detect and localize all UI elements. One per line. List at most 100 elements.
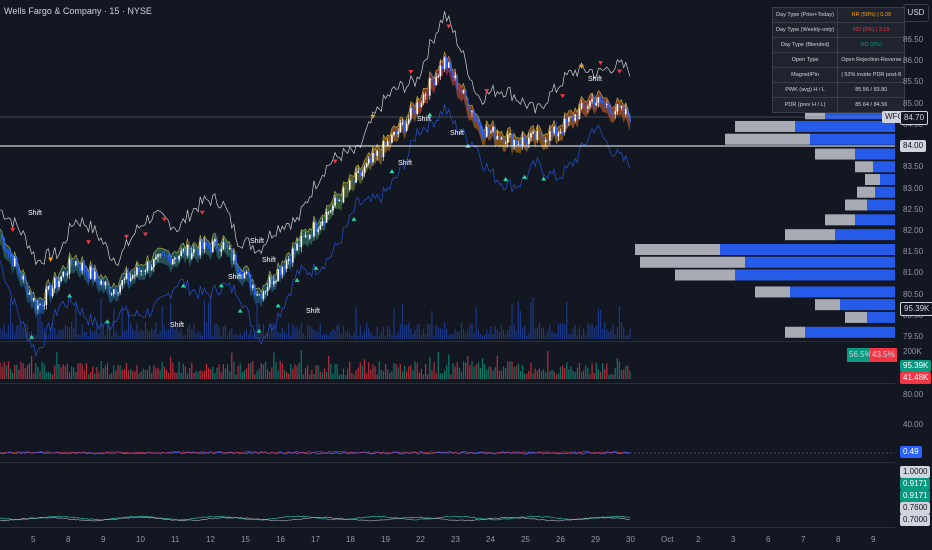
volume-pane-bar xyxy=(24,368,26,379)
candle-body xyxy=(397,132,400,134)
volume-pane-bar xyxy=(43,364,45,379)
price-tick-label: 81.00 xyxy=(903,268,924,278)
volume-bar xyxy=(578,326,581,339)
candle-body xyxy=(13,258,16,267)
volume-pane-bar xyxy=(205,363,208,379)
candle-body xyxy=(237,267,239,273)
candle-body xyxy=(612,113,614,115)
volume-bar xyxy=(530,301,532,339)
volume-pane-bar xyxy=(557,373,559,379)
volume-pane-bar xyxy=(94,373,96,379)
candle-body xyxy=(176,257,178,260)
profile-bar-buy xyxy=(855,148,895,160)
volume-bar xyxy=(100,297,102,339)
volume-bar xyxy=(298,328,300,339)
volume-pane-bar xyxy=(580,371,583,379)
day-type-table: Day Type (Prior+Today) RR (58%) | 0.39 Day… xyxy=(771,7,906,113)
candle-body xyxy=(96,271,98,280)
candle-body xyxy=(332,205,334,211)
volume-pane-bar xyxy=(477,362,479,379)
time-tick-label: 24 xyxy=(486,535,495,544)
candle-body xyxy=(18,266,20,274)
candle-body xyxy=(150,267,153,270)
candle-body xyxy=(439,65,442,77)
volume-pane-bar xyxy=(399,364,401,379)
volume-pane-bar xyxy=(216,367,218,379)
candle-body xyxy=(235,254,237,268)
candle-body xyxy=(104,281,107,286)
volume-pane-bar xyxy=(572,370,574,379)
osc2-line-grey xyxy=(0,516,631,522)
currency-button[interactable]: USD xyxy=(903,4,929,22)
volume-bar xyxy=(553,333,555,339)
volume-bar xyxy=(296,326,298,339)
volume-bar xyxy=(599,309,602,339)
volume-bar xyxy=(294,327,296,339)
pane-separator[interactable] xyxy=(0,462,895,463)
candle-body xyxy=(218,248,220,252)
pane-separator[interactable] xyxy=(0,383,895,384)
volume-bar xyxy=(75,300,77,339)
candle-body xyxy=(393,132,395,135)
volume-bar xyxy=(264,333,267,339)
volume-bar xyxy=(136,323,138,339)
volume-bar xyxy=(35,335,37,339)
pane-separator[interactable] xyxy=(0,341,895,342)
sell-marker xyxy=(199,210,205,215)
candle-body xyxy=(490,131,492,133)
candle-body xyxy=(363,166,366,173)
volume-pane-bar xyxy=(479,367,482,379)
volume-pane-bar xyxy=(79,362,81,379)
volume-bar xyxy=(218,326,220,339)
volume-bar xyxy=(123,331,125,339)
volume-bar xyxy=(92,331,94,339)
candle-body xyxy=(72,264,75,266)
volume-pane-bar xyxy=(496,355,498,379)
candle-body xyxy=(464,89,467,99)
candle-body xyxy=(365,163,368,167)
candle-body xyxy=(447,62,450,68)
candle-body xyxy=(16,258,18,267)
volume-pane-bar xyxy=(623,369,625,379)
volume-bar xyxy=(384,335,387,339)
volume-bar xyxy=(115,331,117,339)
volume-bar xyxy=(144,322,146,339)
volume-pane-bar xyxy=(384,363,387,379)
volume-pane-bar xyxy=(277,370,279,379)
volume-pane-bar xyxy=(416,363,418,379)
candle-body xyxy=(336,197,338,201)
candle-body xyxy=(595,102,598,106)
candle-body xyxy=(75,261,77,266)
candle-body xyxy=(308,234,311,239)
volume-pane-bar xyxy=(14,365,16,379)
volume-pane-bar xyxy=(235,374,237,379)
volume-pane-bar xyxy=(56,352,58,379)
volume-bar xyxy=(290,334,292,339)
volume-pane-bar xyxy=(467,355,469,379)
volume-bar xyxy=(437,327,439,339)
candle-body xyxy=(26,282,29,295)
volume-bar xyxy=(174,328,176,339)
volume-pane-bar xyxy=(121,369,123,379)
volume-bar xyxy=(382,325,385,339)
volume-pane-bar xyxy=(41,361,43,379)
candle-body xyxy=(153,258,155,268)
osc-value-tag: 0.49 xyxy=(900,446,922,458)
chart-title: Wells Fargo & Company · 15 · NYSE xyxy=(4,6,152,16)
volume-pane-bar xyxy=(231,352,233,379)
volume-bar xyxy=(216,323,218,339)
candle-body xyxy=(359,171,362,177)
volume-bar xyxy=(321,335,323,339)
profile-bar-buy xyxy=(810,133,895,145)
pane-separator[interactable] xyxy=(0,527,895,528)
volume-bar xyxy=(496,329,498,339)
candle-body xyxy=(79,266,81,271)
candle-body xyxy=(624,109,627,115)
volume-bar xyxy=(557,323,559,339)
volume-pane-bar xyxy=(545,372,547,379)
volume-pane-bar xyxy=(513,366,515,379)
candle-body xyxy=(226,244,229,249)
volume-pane-bar xyxy=(629,371,631,379)
volume-bar xyxy=(595,326,597,339)
candle-body xyxy=(500,137,503,140)
